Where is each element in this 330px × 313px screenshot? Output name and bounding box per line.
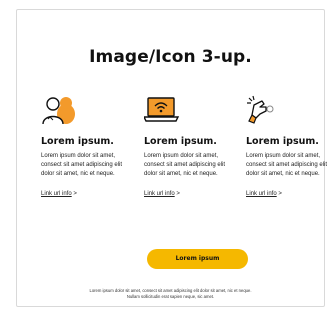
footnote: Lorem ipsum dolor sit amet, consect sit … bbox=[47, 288, 294, 300]
feature-body-2: Lorem ipsum dolor sit amet, consect sit … bbox=[144, 153, 226, 178]
laptop-wifi-icon bbox=[144, 97, 180, 122]
feature-link-row-2: Link url info > bbox=[144, 191, 234, 197]
hand-swipe-icon bbox=[247, 95, 274, 124]
feature-link-row-1: Link url info > bbox=[41, 191, 131, 197]
feature-link-row-3: Link url info > bbox=[246, 191, 330, 197]
chevron-right-icon: > bbox=[278, 190, 282, 197]
chevron-right-icon: > bbox=[73, 190, 77, 197]
cta-button[interactable]: Lorem ipsum bbox=[147, 249, 248, 269]
content-card: Image/Icon 3-up. Lorem ipsum. Lorem ipsu… bbox=[16, 9, 327, 307]
feature-column-3: Lorem ipsum. Lorem ipsum dolor sit amet,… bbox=[246, 95, 330, 197]
feature-column-1: Lorem ipsum. Lorem ipsum dolor sit amet,… bbox=[41, 95, 131, 197]
three-up-columns: Lorem ipsum. Lorem ipsum dolor sit amet,… bbox=[41, 95, 330, 220]
feature-link-3[interactable]: Link url info bbox=[246, 191, 277, 197]
feature-heading-1: Lorem ipsum. bbox=[41, 136, 114, 147]
footnote-line-2: Nullam sollicitudin erat sapien neque, s… bbox=[126, 294, 215, 299]
feature-link-1[interactable]: Link url info bbox=[41, 191, 72, 197]
feature-body-3: Lorem ipsum dolor sit amet, consect sit … bbox=[246, 153, 328, 178]
chevron-right-icon: > bbox=[176, 190, 180, 197]
feature-heading-2: Lorem ipsum. bbox=[144, 136, 217, 147]
feature-body-1: Lorem ipsum dolor sit amet, consect sit … bbox=[41, 153, 123, 178]
feature-link-2[interactable]: Link url info bbox=[144, 191, 175, 197]
feature-column-2: Lorem ipsum. Lorem ipsum dolor sit amet,… bbox=[144, 95, 234, 197]
page-title: Image/Icon 3-up. bbox=[89, 47, 252, 67]
feature-heading-3: Lorem ipsum. bbox=[246, 136, 319, 147]
people-icon bbox=[42, 97, 75, 125]
